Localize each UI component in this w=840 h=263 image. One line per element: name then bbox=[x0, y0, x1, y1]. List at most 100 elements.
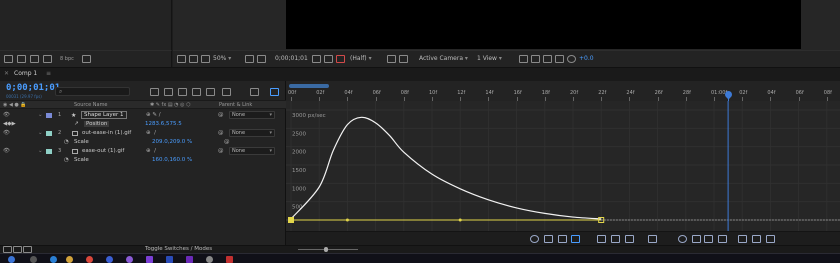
visibility-eye-icon[interactable]: 👁 bbox=[3, 148, 10, 154]
easy-ease-out-icon[interactable] bbox=[752, 235, 761, 243]
snapshot-icon[interactable] bbox=[312, 55, 321, 63]
property-name[interactable]: Scale bbox=[74, 157, 89, 163]
label-color-swatch[interactable] bbox=[46, 149, 52, 154]
toggle-switches-modes-button[interactable]: Toggle Switches / Modes bbox=[145, 246, 212, 252]
safe-margins-icon[interactable] bbox=[245, 55, 254, 63]
new-folder-icon[interactable] bbox=[17, 55, 26, 63]
graph-editor-icon[interactable] bbox=[222, 88, 231, 96]
always-preview-icon[interactable] bbox=[177, 55, 186, 63]
motion-blur-icon[interactable] bbox=[206, 88, 215, 96]
brainstorm-icon[interactable] bbox=[250, 88, 259, 96]
expand-chevron-icon[interactable]: ⌄ bbox=[38, 112, 43, 118]
start-icon[interactable] bbox=[8, 256, 15, 263]
transparency-grid-icon[interactable] bbox=[399, 55, 408, 63]
current-time-display[interactable]: 0;00;01;01 bbox=[6, 83, 60, 93]
av-features-icon[interactable]: ◉ ◀ ● 🔒 bbox=[3, 102, 27, 108]
graph-editor-toggle-icon[interactable] bbox=[270, 88, 279, 96]
app-icon[interactable] bbox=[206, 256, 213, 263]
exposure-reset-icon[interactable] bbox=[567, 55, 576, 63]
view-layout-dropdown[interactable]: 1 View bbox=[477, 55, 502, 62]
fast-previews-icon[interactable] bbox=[531, 55, 540, 63]
settings-icon[interactable] bbox=[43, 55, 52, 63]
in-out-pane-icon[interactable] bbox=[23, 246, 32, 253]
tab-menu-icon[interactable]: ≡ bbox=[46, 70, 51, 77]
speed-graph[interactable]: 3000 px/sec2500200015001000500 bbox=[286, 101, 840, 231]
close-tab-icon[interactable]: ✕ bbox=[4, 70, 9, 77]
convert-linear-icon[interactable] bbox=[692, 235, 701, 243]
draft-3d-icon[interactable] bbox=[164, 88, 173, 96]
show-transform-box-icon[interactable] bbox=[558, 235, 567, 243]
file-explorer-icon[interactable] bbox=[66, 256, 73, 263]
label-color-swatch[interactable] bbox=[46, 113, 52, 118]
visibility-eye-icon[interactable]: 👁 bbox=[3, 130, 10, 136]
property-value[interactable]: 209.0,209.0 % bbox=[152, 139, 192, 145]
layer-search-input[interactable]: ⌕ bbox=[55, 87, 130, 96]
grid-icon[interactable] bbox=[189, 55, 198, 63]
app-icon[interactable] bbox=[106, 256, 113, 263]
easy-ease-icon[interactable] bbox=[718, 235, 727, 243]
viewer-timecode[interactable]: 0;00;01;01 bbox=[275, 55, 308, 62]
stopwatch-icon[interactable]: ◔ bbox=[64, 157, 69, 163]
property-row[interactable]: ◔ Scale 160.0,160.0 % bbox=[0, 156, 286, 165]
channel-icon[interactable] bbox=[257, 55, 266, 63]
parent-dropdown[interactable]: None bbox=[229, 129, 275, 137]
visibility-eye-icon[interactable]: 👁 bbox=[3, 112, 10, 118]
property-row[interactable]: ◔ Scale 209.0,209.0 % @ bbox=[0, 138, 286, 147]
pick-whip-icon[interactable]: @ bbox=[218, 112, 224, 118]
graph-toggle-icon[interactable]: ↗ bbox=[74, 121, 79, 127]
layer-row[interactable]: 👁 ⌄ 2 out-ease-in (1).gif ⊕ / @ None bbox=[0, 129, 286, 138]
photoshop-icon[interactable] bbox=[166, 256, 173, 263]
frame-blending-icon[interactable] bbox=[192, 88, 201, 96]
camera-dropdown[interactable]: Active Camera bbox=[419, 55, 468, 62]
parent-link-header[interactable]: Parent & Link bbox=[219, 102, 252, 108]
after-effects-icon[interactable] bbox=[186, 256, 193, 263]
convert-hold-icon[interactable] bbox=[678, 235, 687, 243]
app-icon[interactable] bbox=[226, 256, 233, 263]
search-taskbar-icon[interactable] bbox=[30, 256, 37, 263]
modes-pane-icon[interactable] bbox=[13, 246, 22, 253]
shy-layers-icon[interactable] bbox=[178, 88, 187, 96]
property-value[interactable]: 1283.6,575.5 bbox=[145, 121, 182, 127]
work-area-bar[interactable] bbox=[289, 84, 329, 88]
layer-switches-pane-icon[interactable] bbox=[3, 246, 12, 253]
snap-icon[interactable] bbox=[571, 235, 580, 243]
property-value[interactable]: 160.0,160.0 % bbox=[152, 157, 192, 163]
region-of-interest-icon[interactable] bbox=[387, 55, 396, 63]
graph-editor[interactable]: 3000 px/sec 2500 2000 1500 1000 500 bbox=[286, 101, 840, 231]
expand-chevron-icon[interactable]: ⌄ bbox=[38, 130, 43, 136]
pick-whip-icon[interactable]: @ bbox=[218, 130, 224, 136]
layer-row[interactable]: 👁 ⌄ 3 ease-out (1).gif ⊕ / @ None bbox=[0, 147, 286, 156]
tab-comp-1[interactable]: Comp 1 bbox=[14, 70, 37, 77]
app-icon[interactable] bbox=[126, 256, 133, 263]
convert-auto-bezier-icon[interactable] bbox=[704, 235, 713, 243]
roving-icon[interactable] bbox=[766, 235, 775, 243]
composition-canvas[interactable] bbox=[286, 0, 801, 49]
premiere-icon[interactable] bbox=[146, 256, 153, 263]
separate-dimensions-icon[interactable] bbox=[648, 235, 657, 243]
fit-all-icon[interactable] bbox=[611, 235, 620, 243]
mask-visibility-icon[interactable] bbox=[201, 55, 210, 63]
expand-chevron-icon[interactable]: ⌄ bbox=[38, 148, 43, 154]
zoom-dropdown[interactable]: 50% bbox=[213, 55, 231, 62]
easy-ease-in-icon[interactable] bbox=[738, 235, 747, 243]
property-row[interactable]: ◀◆▶ ↗ Position 1283.6,575.5 bbox=[0, 120, 286, 129]
trash-icon[interactable] bbox=[82, 55, 91, 63]
layer-switches[interactable]: ⊕ / bbox=[146, 148, 156, 154]
comp-mini-flowchart-icon[interactable] bbox=[150, 88, 159, 96]
edge-browser-icon[interactable] bbox=[50, 256, 57, 263]
toggle-pixel-aspect-icon[interactable] bbox=[519, 55, 528, 63]
property-name[interactable]: Position bbox=[84, 121, 110, 127]
fit-selection-icon[interactable] bbox=[597, 235, 606, 243]
pick-whip-icon[interactable]: @ bbox=[218, 148, 224, 154]
parent-dropdown[interactable]: None bbox=[229, 111, 275, 119]
stopwatch-icon[interactable]: ◔ bbox=[64, 139, 69, 145]
color-channel-icon[interactable] bbox=[336, 55, 345, 63]
keyframe-nav-icon[interactable]: ◀◆▶ bbox=[3, 121, 16, 127]
property-name[interactable]: Scale bbox=[74, 139, 89, 145]
layer-name[interactable]: out-ease-in (1).gif bbox=[82, 130, 131, 136]
layer-name[interactable]: ease-out (1).gif bbox=[82, 148, 124, 154]
flowchart-icon[interactable] bbox=[555, 55, 564, 63]
layer-switches[interactable]: ⊕ / bbox=[146, 130, 156, 136]
zoom-slider-handle[interactable] bbox=[324, 247, 328, 252]
interpret-footage-icon[interactable] bbox=[4, 55, 13, 63]
